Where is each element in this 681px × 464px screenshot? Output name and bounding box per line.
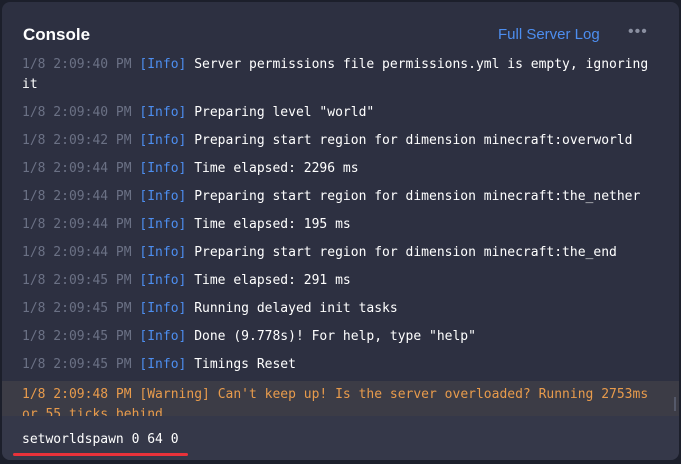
log-level: [Warning] <box>139 387 210 402</box>
log-level: [Info] <box>139 273 187 288</box>
log-timestamp: 1/8 2:09:48 PM <box>22 387 132 402</box>
log-line: 1/8 2:09:40 PM [Info] Server permissions… <box>2 56 679 97</box>
log-line: 1/8 2:09:45 PM [Info] Time elapsed: 291 … <box>2 269 679 293</box>
log-message: Done (9.778s)! For help, type "help" <box>194 329 476 344</box>
full-server-log-link[interactable]: Full Server Log <box>498 26 600 43</box>
log-message: Preparing start region for dimension min… <box>194 133 633 148</box>
log-message: Preparing start region for dimension min… <box>194 245 617 260</box>
log-message: Time elapsed: 195 ms <box>194 217 351 232</box>
log-level: [Info] <box>139 161 187 176</box>
log-level: [Info] <box>139 357 187 372</box>
more-options-icon[interactable]: ••• <box>628 23 648 41</box>
log-line: 1/8 2:09:44 PM [Info] Time elapsed: 195 … <box>2 213 679 237</box>
log-line: 1/8 2:09:42 PM [Info] Preparing start re… <box>2 129 679 153</box>
log-line: 1/8 2:09:45 PM [Info] Done (9.778s)! For… <box>2 325 679 349</box>
input-focus-underline <box>13 453 188 456</box>
log-timestamp: 1/8 2:09:45 PM <box>22 273 132 288</box>
log-timestamp: 1/8 2:09:44 PM <box>22 161 132 176</box>
log-scrollbar[interactable] <box>674 397 676 411</box>
log-level: [Info] <box>139 245 187 260</box>
log-timestamp: 1/8 2:09:42 PM <box>22 133 132 148</box>
log-line: 1/8 2:09:45 PM [Info] Timings Reset <box>2 353 679 377</box>
log-timestamp: 1/8 2:09:44 PM <box>22 217 132 232</box>
log-message: Running delayed init tasks <box>194 301 398 316</box>
log-timestamp: 1/8 2:09:44 PM <box>22 189 132 204</box>
command-input[interactable] <box>22 432 622 447</box>
log-timestamp: 1/8 2:09:45 PM <box>22 301 132 316</box>
log-timestamp: 1/8 2:09:44 PM <box>22 245 132 260</box>
console-log[interactable]: 1/8 2:09:40 PM [Info] Server permissions… <box>2 56 679 416</box>
log-level: [Info] <box>139 217 187 232</box>
log-level: [Info] <box>139 133 187 148</box>
log-level: [Info] <box>139 105 187 120</box>
log-timestamp: 1/8 2:09:40 PM <box>22 105 132 120</box>
log-message: Timings Reset <box>194 357 296 372</box>
log-timestamp: 1/8 2:09:45 PM <box>22 329 132 344</box>
log-message: Preparing start region for dimension min… <box>194 189 641 204</box>
log-level: [Info] <box>139 57 187 72</box>
console-title: Console <box>23 25 91 44</box>
log-timestamp: 1/8 2:09:40 PM <box>22 57 132 72</box>
log-level: [Info] <box>139 189 187 204</box>
console-header: Console Full Server Log ••• <box>2 2 679 58</box>
log-timestamp: 1/8 2:09:45 PM <box>22 357 132 372</box>
log-line-warning: 1/8 2:09:48 PM [Warning] Can't keep up! … <box>2 381 679 416</box>
log-message: Preparing level "world" <box>194 105 375 120</box>
log-line: 1/8 2:09:44 PM [Info] Preparing start re… <box>2 241 679 265</box>
log-line: 1/8 2:09:44 PM [Info] Time elapsed: 2296… <box>2 157 679 181</box>
console-panel: Console Full Server Log ••• 1/8 2:09:40 … <box>2 2 679 460</box>
log-line: 1/8 2:09:40 PM [Info] Preparing level "w… <box>2 101 679 125</box>
log-message: Time elapsed: 2296 ms <box>194 161 359 176</box>
log-message: Time elapsed: 291 ms <box>194 273 351 288</box>
log-line: 1/8 2:09:45 PM [Info] Running delayed in… <box>2 297 679 321</box>
command-input-area <box>2 416 679 460</box>
log-line: 1/8 2:09:44 PM [Info] Preparing start re… <box>2 185 679 209</box>
log-level: [Info] <box>139 329 187 344</box>
log-level: [Info] <box>139 301 187 316</box>
